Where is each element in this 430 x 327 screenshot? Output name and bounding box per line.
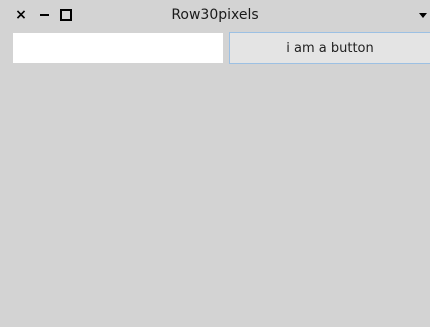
close-button[interactable]: × <box>14 8 28 22</box>
maximize-button[interactable] <box>59 8 73 22</box>
text-field[interactable] <box>13 33 223 63</box>
i-am-a-button[interactable]: i am a button <box>229 32 430 64</box>
row-container: i am a button <box>0 32 430 64</box>
window-menu-chevron-down-icon[interactable] <box>419 13 427 18</box>
minimize-button[interactable] <box>37 8 51 22</box>
app-window: × Row30pixels i am a button <box>0 0 430 327</box>
minimize-icon <box>39 14 49 16</box>
close-icon: × <box>15 7 27 23</box>
maximize-icon <box>60 9 72 21</box>
title-bar: × Row30pixels <box>0 0 430 32</box>
